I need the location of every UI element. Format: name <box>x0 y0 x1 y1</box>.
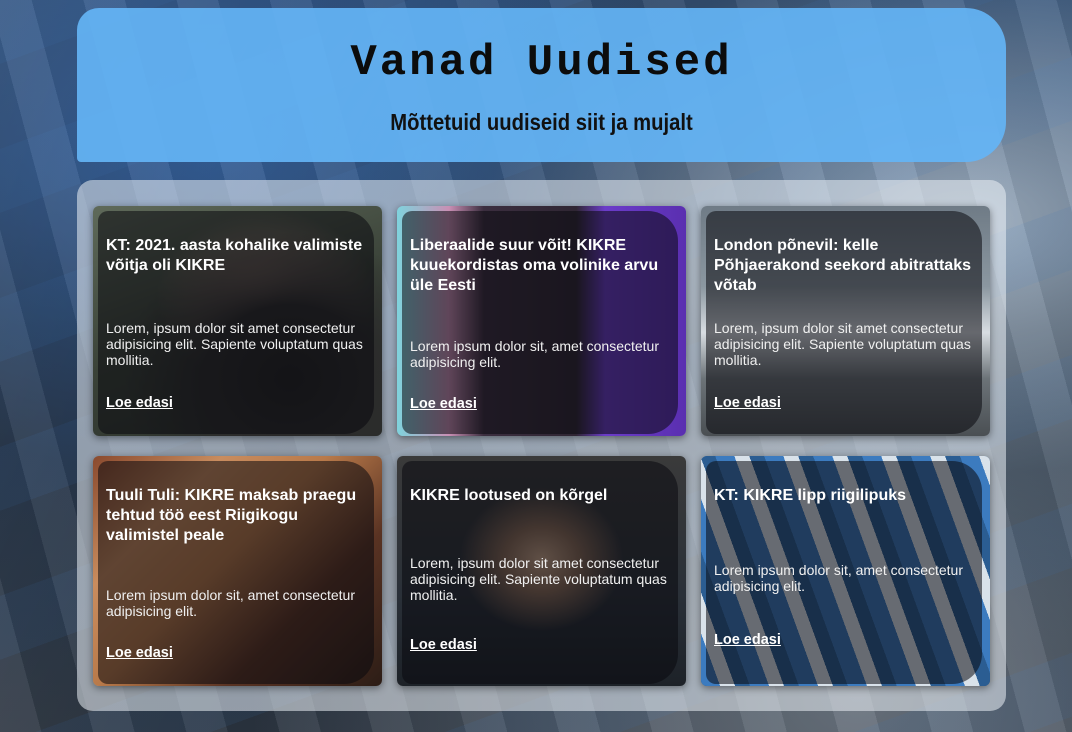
read-more-link[interactable]: Loe edasi <box>410 637 477 653</box>
news-card: London põnevil: kelle Põhjaerakond seeko… <box>701 206 990 436</box>
card-text: Lorem ipsum dolor sit, amet consectetur … <box>714 562 963 594</box>
card-text: Lorem ipsum dolor sit, amet consectetur … <box>106 587 355 619</box>
news-card: KIKRE lootused on kõrgel Lorem, ipsum do… <box>397 456 686 686</box>
card-text: Lorem, ipsum dolor sit amet consectetur … <box>106 320 363 368</box>
read-more-link[interactable]: Loe edasi <box>410 396 477 412</box>
news-card: Tuuli Tuli: KIKRE maksab praegu tehtud t… <box>93 456 382 686</box>
site-header: Vanad Uudised Mõttetuid uudiseid siit ja… <box>77 8 1006 162</box>
card-title: London põnevil: kelle Põhjaerakond seeko… <box>714 237 971 294</box>
read-more-link[interactable]: Loe edasi <box>714 395 781 411</box>
news-card: KT: KIKRE lipp riigilipuks Lorem ipsum d… <box>701 456 990 686</box>
card-title: Tuuli Tuli: KIKRE maksab praegu tehtud t… <box>106 487 357 544</box>
site-title: Vanad Uudised <box>350 38 733 88</box>
card-text: Lorem, ipsum dolor sit amet consectetur … <box>714 320 971 368</box>
card-title: Liberaalide suur võit! KIKRE kuuekordist… <box>410 237 659 294</box>
news-card: Liberaalide suur võit! KIKRE kuuekordist… <box>397 206 686 436</box>
card-text: Lorem, ipsum dolor sit amet consectetur … <box>410 555 667 603</box>
site-subtitle: Mõttetuid uudiseid siit ja mujalt <box>390 109 693 135</box>
card-title: KT: 2021. aasta kohalike valimiste võitj… <box>106 237 363 274</box>
read-more-link[interactable]: Loe edasi <box>106 395 173 411</box>
card-text: Lorem ipsum dolor sit, amet consectetur … <box>410 338 659 370</box>
read-more-link[interactable]: Loe edasi <box>106 645 173 661</box>
card-title: KT: KIKRE lipp riigilipuks <box>714 487 907 504</box>
read-more-link[interactable]: Loe edasi <box>714 632 781 648</box>
card-title: KIKRE lootused on kõrgel <box>410 487 608 504</box>
news-panel: KT: 2021. aasta kohalike valimiste võitj… <box>77 180 1006 711</box>
news-card: KT: 2021. aasta kohalike valimiste võitj… <box>93 206 382 436</box>
